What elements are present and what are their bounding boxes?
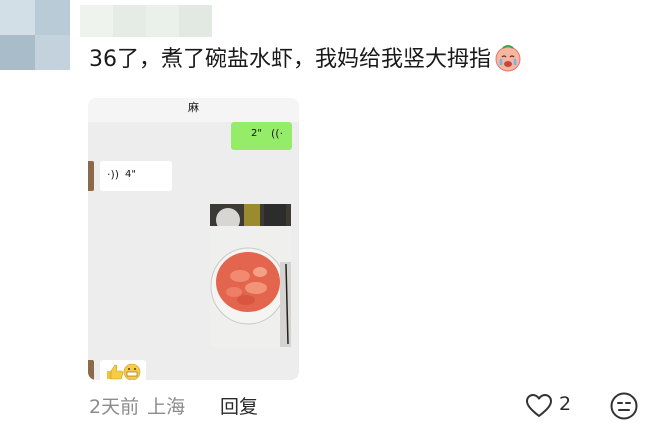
attached-chat-screenshot[interactable]: 麻 2" ((· ·)) 4" [88, 98, 299, 380]
comment-location: 上海 [147, 396, 186, 418]
incoming-voice-message: ·)) 4" [100, 161, 172, 191]
emoji-reaction-button[interactable] [609, 391, 639, 421]
reply-button[interactable]: 回复 [220, 392, 258, 419]
thumbs-up-grin-emoji-message [100, 360, 146, 380]
comment-date: 2天前 [89, 396, 140, 418]
like-count: 2 [559, 393, 572, 415]
voice-wave-icon: ·)) [107, 168, 120, 181]
outgoing-voice-duration: 2" [251, 128, 262, 139]
incoming-voice-duration: 4" [125, 169, 136, 180]
chat-header: 麻 [88, 98, 299, 122]
shrimp-bowl-photo [210, 204, 291, 347]
comment-card: 36了，煮了碗盐水虾，我妈给我竖大拇指 麻 2" ((· ·)) 4" 2天前 … [0, 0, 662, 428]
comment-body: 36了，煮了碗盐水虾，我妈给我竖大拇指 [89, 42, 523, 84]
outgoing-voice-message: 2" ((· [231, 122, 292, 150]
heart-outline-icon [526, 394, 552, 417]
meh-face-icon [610, 392, 638, 420]
voice-wave-icon: ((· [271, 127, 284, 140]
comment-meta: 2天前 上海 [89, 392, 185, 419]
contact-avatar-stub [88, 360, 94, 380]
comment-text: 36了，煮了碗盐水虾，我妈给我竖大拇指 [89, 47, 491, 72]
crying-face-emoji-icon [493, 44, 523, 84]
contact-avatar-stub [88, 161, 94, 191]
chat-contact-name: 麻 [188, 101, 199, 114]
commenter-avatar[interactable] [0, 0, 70, 70]
like-button[interactable]: 2 [523, 391, 583, 421]
commenter-name-blurred[interactable] [80, 5, 212, 37]
